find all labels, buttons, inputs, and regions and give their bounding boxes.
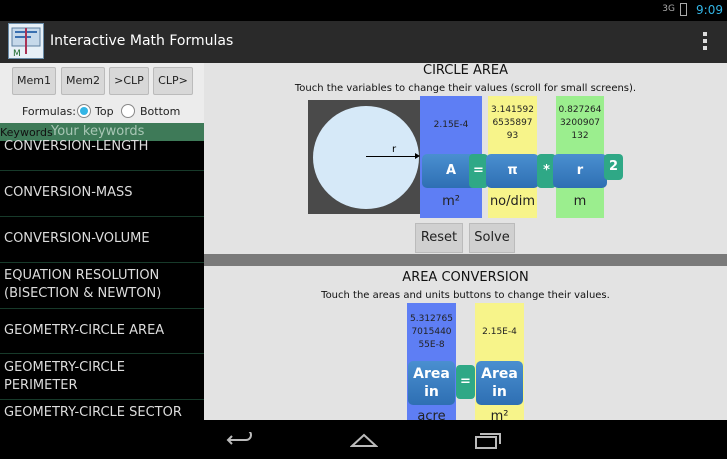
- variable-r-button[interactable]: r: [553, 154, 607, 188]
- battery-icon: [680, 3, 687, 16]
- reset-button[interactable]: Reset: [415, 223, 463, 253]
- list-item-conversion-length[interactable]: CONVERSION-LENGTH: [0, 138, 204, 156]
- circle-diagram: r: [308, 100, 423, 214]
- variable-pi-button[interactable]: π: [486, 154, 539, 188]
- solve-button[interactable]: Solve: [469, 223, 515, 253]
- list-divider: [0, 399, 204, 400]
- circle-area-subtitle: Touch the variables to change their valu…: [294, 83, 637, 94]
- variable-pi-column: 3.141592 6535897 93 π no/dim: [486, 96, 539, 218]
- app-title: Interactive Math Formulas: [50, 33, 234, 49]
- circle-area-title: CIRCLE AREA: [423, 63, 508, 78]
- area-to-column: 2.15E-4 Area in m²: [475, 303, 524, 420]
- mem2-button[interactable]: Mem2: [61, 67, 105, 95]
- radius-label: r: [392, 144, 397, 155]
- mem1-button[interactable]: Mem1: [12, 67, 56, 95]
- signal-icon: 3G: [662, 4, 675, 14]
- overflow-menu-icon[interactable]: [703, 32, 707, 50]
- variable-r-value[interactable]: 0.827264 3200907 132: [556, 104, 604, 143]
- area-from-unit[interactable]: acre: [407, 409, 456, 420]
- formulas-position-row: Formulas: Top Bottom: [0, 103, 204, 121]
- app-logo: M: [8, 23, 44, 59]
- area-to-value[interactable]: 2.15E-4: [475, 327, 524, 337]
- radio-bottom-label: Bottom: [140, 105, 181, 118]
- list-item-conversion-mass[interactable]: CONVERSION-MASS: [0, 184, 204, 202]
- area-conversion-title: AREA CONVERSION: [402, 270, 529, 285]
- section-separator: [204, 254, 727, 266]
- status-bar: 3G 9:09: [0, 0, 727, 21]
- svg-text:M: M: [13, 49, 21, 58]
- list-item-geometry-circle-area[interactable]: GEOMETRY-CIRCLE AREA: [0, 322, 204, 340]
- radius-arrow: [366, 153, 420, 159]
- formula-sidebar: Mem1 Mem2 >CLP CLP> Formulas: Top Bottom…: [0, 63, 204, 420]
- list-divider: [0, 308, 204, 309]
- list-item-conversion-volume[interactable]: CONVERSION-VOLUME: [0, 230, 204, 248]
- recents-icon[interactable]: [474, 431, 502, 449]
- list-item-geometry-circle-perimeter[interactable]: GEOMETRY-CIRCLE PERIMETER: [0, 359, 200, 395]
- variable-r-unit[interactable]: m: [556, 194, 604, 209]
- list-divider: [0, 216, 204, 217]
- radio-top-label: Top: [95, 105, 114, 118]
- variable-r-column: 0.827264 3200907 132 r m: [553, 96, 607, 218]
- action-bar: M Interactive Math Formulas: [0, 21, 727, 63]
- exponent-operator: 2: [604, 154, 623, 180]
- sidebar-controls: Mem1 Mem2 >CLP CLP> Formulas: Top Bottom: [0, 63, 204, 123]
- back-icon[interactable]: [226, 432, 254, 448]
- area-conversion-subtitle: Touch the areas and units buttons to cha…: [321, 290, 610, 301]
- variable-a-unit[interactable]: m²: [420, 194, 482, 209]
- list-divider: [0, 170, 204, 171]
- list-item-geometry-circle-sector[interactable]: GEOMETRY-CIRCLE SECTOR: [0, 404, 204, 420]
- conversion-equals-operator: =: [456, 365, 475, 399]
- area-from-button[interactable]: Area in: [408, 361, 455, 405]
- clock: 9:09: [696, 3, 723, 17]
- list-item-equation-resolution[interactable]: EQUATION RESOLUTION (BISECTION & NEWTON): [0, 267, 200, 303]
- variable-a-value[interactable]: 2.15E-4: [420, 120, 482, 130]
- area-to-button[interactable]: Area in: [476, 361, 523, 405]
- list-divider: [0, 353, 204, 354]
- variable-pi-unit[interactable]: no/dim: [488, 194, 537, 209]
- area-from-value[interactable]: 5.312765 7015440 55E-8: [407, 313, 456, 352]
- formulas-label: Formulas:: [22, 105, 76, 118]
- list-divider: [0, 262, 204, 263]
- navigation-bar: [0, 420, 727, 459]
- formula-panel: CIRCLE AREA Touch the variables to chang…: [204, 63, 727, 420]
- area-to-unit[interactable]: m²: [475, 409, 524, 420]
- to-clipboard-button[interactable]: >CLP: [109, 67, 149, 95]
- variable-pi-value[interactable]: 3.141592 6535897 93: [488, 104, 537, 143]
- from-clipboard-button[interactable]: CLP>: [153, 67, 193, 95]
- area-from-column: 5.312765 7015440 55E-8 Area in acre: [407, 303, 456, 420]
- radio-top[interactable]: [77, 104, 91, 118]
- circle-shape: [313, 106, 419, 209]
- home-icon[interactable]: [350, 432, 378, 448]
- radio-bottom[interactable]: [121, 104, 135, 118]
